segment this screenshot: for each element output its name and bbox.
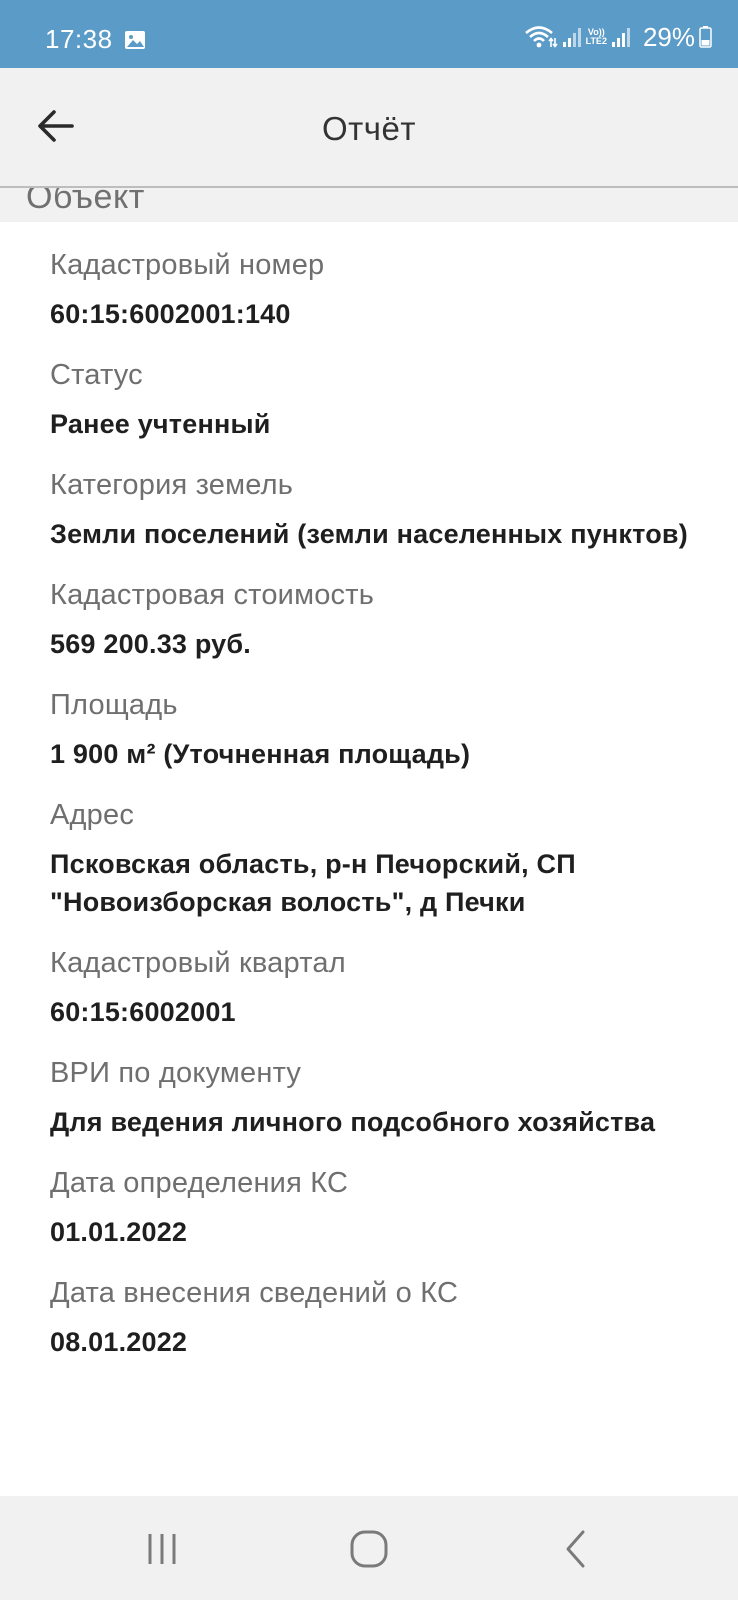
battery-icon <box>699 26 712 48</box>
lte-indicator: Vo)) LTE2 <box>585 27 607 46</box>
field-label: Площадь <box>50 689 178 721</box>
field-value: 08.01.2022 <box>50 1327 188 1357</box>
system-back-button[interactable] <box>546 1524 606 1574</box>
field-value: Ранее учтенный <box>50 409 271 439</box>
gallery-notification-icon <box>125 31 145 49</box>
field-label: Кадастровый квартал <box>50 947 346 979</box>
field-area: Площадь 1 900 м² (Уточненная площадь) <box>50 688 730 773</box>
field-value: Для ведения личного подсобного хозяйства <box>50 1107 656 1137</box>
system-nav-bar <box>0 1496 738 1600</box>
field-label: Категория земель <box>50 469 294 501</box>
wifi-icon <box>524 26 558 48</box>
field-label: Статус <box>50 359 143 391</box>
field-label: Дата внесения сведений о КС <box>50 1277 459 1309</box>
field-valuation-date: Дата определения КС 01.01.2022 <box>50 1166 730 1251</box>
status-time: 17:38 <box>45 24 113 54</box>
status-indicators: Vo)) LTE2 29% <box>524 22 712 52</box>
app-bar: Отчёт <box>0 68 738 188</box>
field-value: 01.01.2022 <box>50 1217 188 1247</box>
report-content[interactable]: Объект Кадастровый номер 60:15:6002001:1… <box>0 188 738 1496</box>
field-cadastral-number: Кадастровый номер 60:15:6002001:140 <box>50 248 730 333</box>
field-label: Кадастровая стоимость <box>50 579 375 611</box>
field-cadastral-quarter: Кадастровый квартал 60:15:6002001 <box>50 946 730 1031</box>
recents-button[interactable] <box>132 1524 192 1574</box>
field-label: Адрес <box>50 799 135 831</box>
status-bar: 17:38 Vo)) LTE2 29% <box>0 0 738 68</box>
field-label: Кадастровый номер <box>50 249 325 281</box>
home-button[interactable] <box>339 1524 399 1574</box>
home-icon <box>350 1530 388 1568</box>
field-list: Кадастровый номер 60:15:6002001:140 Стат… <box>50 248 730 1386</box>
field-value: 1 900 м² (Уточненная площадь) <box>50 739 471 769</box>
field-permitted-use: ВРИ по документу Для ведения личного под… <box>50 1056 730 1141</box>
field-label: ВРИ по документу <box>50 1057 302 1089</box>
signal-strength-icon <box>562 28 581 47</box>
recents-icon <box>148 1534 176 1564</box>
battery-percentage: 29% <box>642 21 695 52</box>
field-status: Статус Ранее учтенный <box>50 358 730 443</box>
field-valuation-entry-date: Дата внесения сведений о КС 08.01.2022 <box>50 1276 730 1361</box>
field-cadastral-value: Кадастровая стоимость 569 200.33 руб. <box>50 578 730 663</box>
field-land-category: Категория земель Земли поселений (земли … <box>50 468 730 553</box>
field-label: Дата определения КС <box>50 1167 349 1199</box>
back-chevron-icon <box>566 1530 585 1568</box>
field-value: Псковская область, р-н Печорский, СП "Но… <box>50 849 576 917</box>
signal-strength-icon-2 <box>611 28 630 47</box>
field-value: 60:15:6002001 <box>50 997 236 1027</box>
page-title: Отчёт <box>322 110 416 147</box>
field-address: Адрес Псковская область, р-н Печорский, … <box>50 798 730 921</box>
section-header: Объект <box>0 188 738 222</box>
section-title: Объект <box>26 188 145 216</box>
field-value: 569 200.33 руб. <box>50 629 251 659</box>
field-value: Земли поселений (земли населенных пункто… <box>50 519 688 549</box>
field-value: 60:15:6002001:140 <box>50 299 291 329</box>
